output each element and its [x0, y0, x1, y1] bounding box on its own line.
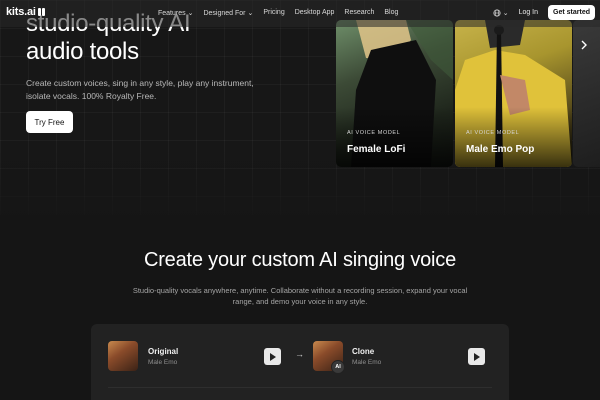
voice-card-female-lofi[interactable]: AI VOICE MODEL Female LoFi — [336, 20, 453, 167]
play-original-button[interactable] — [264, 348, 281, 365]
voice-card-male-emo-pop[interactable]: AI VOICE MODEL Male Emo Pop — [455, 20, 572, 167]
nav-link-designed-for[interactable]: Designed For ⌄ — [203, 9, 253, 17]
chevron-down-icon: ⌄ — [187, 10, 194, 17]
section-subtitle: Studio-quality vocals anywhere, anytime.… — [132, 286, 468, 306]
chevron-down-icon: ⌄ — [247, 10, 254, 17]
original-track-thumbnail — [108, 341, 138, 371]
carousel-next-button[interactable] — [577, 38, 591, 52]
clone-track-title: Clone — [352, 347, 375, 356]
arrow-right-icon: → — [295, 349, 304, 359]
nav-right: ⌄ Log In Get started — [493, 5, 595, 20]
nav-link-pricing[interactable]: Pricing — [263, 9, 284, 17]
card-tag: AI VOICE MODEL — [466, 130, 520, 136]
hero-subtitle: Create custom voices, sing in any style,… — [26, 78, 254, 101]
hero-title-line-2: audio tools — [26, 38, 139, 65]
panel-divider — [108, 387, 492, 388]
top-nav: kits.ai Features ⌄ Designed For ⌄ Pricin… — [0, 0, 600, 27]
section-title: Create your custom AI singing voice — [143, 249, 457, 271]
card-name: Male Emo Pop — [466, 144, 535, 155]
logo[interactable]: kits.ai — [6, 6, 45, 18]
ai-badge: AI — [331, 360, 345, 374]
card-tag: AI VOICE MODEL — [347, 130, 401, 136]
nav-links: Features ⌄ Designed For ⌄ Pricing Deskto… — [158, 9, 398, 17]
play-icon — [270, 352, 276, 361]
logo-text: kits.ai — [6, 6, 36, 18]
clone-track-meta: Male Emo — [352, 359, 382, 366]
play-clone-button[interactable] — [468, 348, 485, 365]
chevron-down-icon: ⌄ — [502, 9, 509, 17]
globe-icon — [493, 8, 501, 17]
card-shade — [455, 107, 572, 167]
try-free-button[interactable]: Try Free — [26, 111, 73, 133]
voice-demo-panel: Original Male Emo → AI Clone Male Emo — [91, 324, 509, 400]
original-track-title: Original — [148, 347, 179, 356]
login-link[interactable]: Log In — [519, 9, 538, 16]
original-track-meta: Male Emo — [148, 359, 178, 366]
play-icon — [474, 352, 480, 361]
chevron-right-icon — [581, 40, 587, 50]
nav-link-blog[interactable]: Blog — [384, 9, 398, 17]
get-started-button[interactable]: Get started — [548, 5, 595, 20]
card-shade — [336, 107, 453, 167]
logo-mark-icon — [37, 8, 45, 16]
nav-link-features[interactable]: Features ⌄ — [158, 9, 193, 17]
card-name: Female LoFi — [347, 144, 406, 155]
nav-link-research[interactable]: Research — [344, 9, 374, 17]
nav-link-desktop-app[interactable]: Desktop App — [295, 9, 335, 17]
language-selector[interactable]: ⌄ — [493, 8, 509, 17]
